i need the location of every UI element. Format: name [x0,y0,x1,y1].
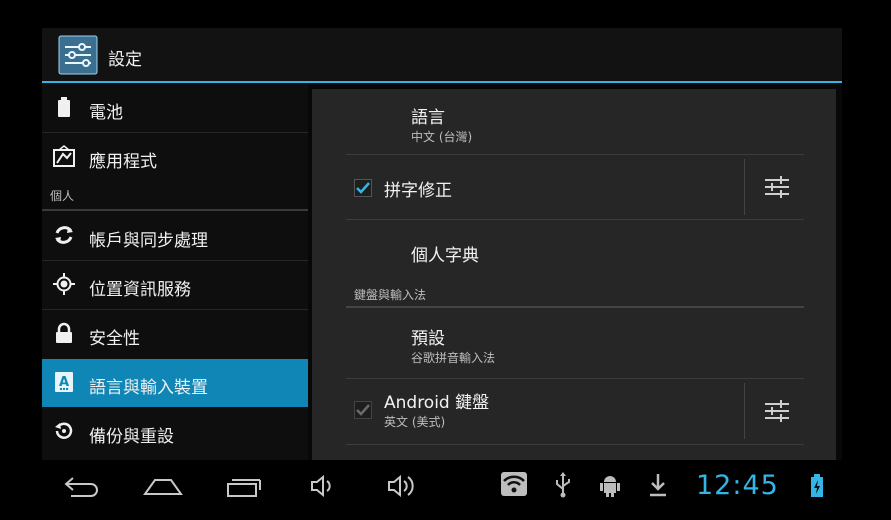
settings-screen: 設定 電池 應用程式 個人 帳戶與同步處理 位置資訊服務 安全性 A 語言與輸入… [42,28,842,460]
sidebar-item-label: 語言與輸入裝置 [89,378,208,398]
divider [346,444,804,445]
volume-up-icon[interactable] [386,474,418,498]
section-divider [42,209,308,211]
separator [744,159,745,215]
sidebar-item-backup-reset[interactable]: 備份與重設 [42,408,308,456]
sidebar-item-language-input[interactable]: A 語言與輸入裝置 [42,359,308,407]
backup-icon [55,422,73,439]
sidebar-item-label: 帳戶與同步處理 [89,231,208,251]
sidebar-item-label: 電池 [89,103,123,123]
download-icon [650,474,666,497]
setting-default-ime[interactable]: 預設 谷歌拼音輸入法 [346,315,804,378]
lock-icon [56,322,72,343]
action-bar: 設定 [42,28,842,83]
checkmark-icon [356,182,370,194]
sidebar-item-apps[interactable]: 應用程式 [42,133,308,181]
separator [744,383,745,439]
detail-pane: 語言 中文 (台灣) 拼字修正 個人字典 鍵盤與輸入法 預設 谷歌拼音輸入法 A… [308,84,842,460]
battery-icon [58,97,70,117]
sidebar-item-accounts-sync[interactable]: 帳戶與同步處理 [42,212,308,260]
settings-category-list: 電池 應用程式 個人 帳戶與同步處理 位置資訊服務 安全性 A 語言與輸入裝置 … [42,84,308,460]
location-icon [53,273,75,295]
sidebar-section-personal: 個人 [42,181,308,211]
sidebar-item-security[interactable]: 安全性 [42,310,308,358]
sidebar-item-location[interactable]: 位置資訊服務 [42,261,308,309]
recent-apps-icon[interactable] [224,474,262,498]
back-icon[interactable] [63,474,101,498]
spell-check-checkbox[interactable] [354,179,372,197]
settings-sliders-icon[interactable] [58,35,98,75]
sidebar-item-label: 備份與重設 [89,427,174,447]
setting-summary: 英文 (美式) [384,415,446,429]
system-bar: 12:45 [0,460,891,520]
action-bar-divider [42,81,842,83]
checkmark-icon [356,404,370,416]
home-icon[interactable] [143,474,183,498]
setting-title: Android 鍵盤 [384,393,490,413]
setting-summary: 中文 (台灣) [411,130,473,144]
setting-language[interactable]: 語言 中文 (台灣) [346,89,804,154]
setting-title: 個人字典 [411,246,479,266]
setting-title: 預設 [411,329,445,349]
battery-charging-icon [811,474,823,497]
sidebar-item-label: 安全性 [89,329,140,349]
sidebar-item-battery[interactable]: 電池 [42,84,308,132]
sidebar-item-label: 位置資訊服務 [89,280,191,300]
android-keyboard-checkbox [354,401,372,419]
android-debug-icon [600,476,620,497]
setting-user-dictionary[interactable]: 個人字典 [346,220,804,284]
setting-title: 拼字修正 [384,181,452,201]
settings-tune-icon[interactable] [764,174,790,200]
clock: 12:45 [696,470,779,501]
language-input-panel: 語言 中文 (台灣) 拼字修正 個人字典 鍵盤與輸入法 預設 谷歌拼音輸入法 A… [312,89,836,460]
page-title: 設定 [108,50,142,70]
setting-summary: 谷歌拼音輸入法 [411,351,496,365]
sidebar-item-label: 應用程式 [89,152,157,172]
section-keyboard-input: 鍵盤與輸入法 [346,286,804,312]
wifi-icon [501,472,527,496]
setting-android-keyboard[interactable]: Android 鍵盤 英文 (美式) [346,379,804,443]
section-label: 鍵盤與輸入法 [354,288,427,302]
usb-icon [556,472,570,498]
language-icon: A [55,372,73,392]
section-divider [346,306,804,308]
sync-icon [55,226,73,244]
settings-tune-icon[interactable] [764,398,790,424]
apps-icon [53,145,75,167]
setting-spell-check[interactable]: 拼字修正 [346,155,804,219]
svg-text:A: A [59,375,69,390]
section-label: 個人 [50,189,75,203]
volume-down-icon[interactable] [309,474,337,498]
setting-title: 語言 [411,108,445,128]
